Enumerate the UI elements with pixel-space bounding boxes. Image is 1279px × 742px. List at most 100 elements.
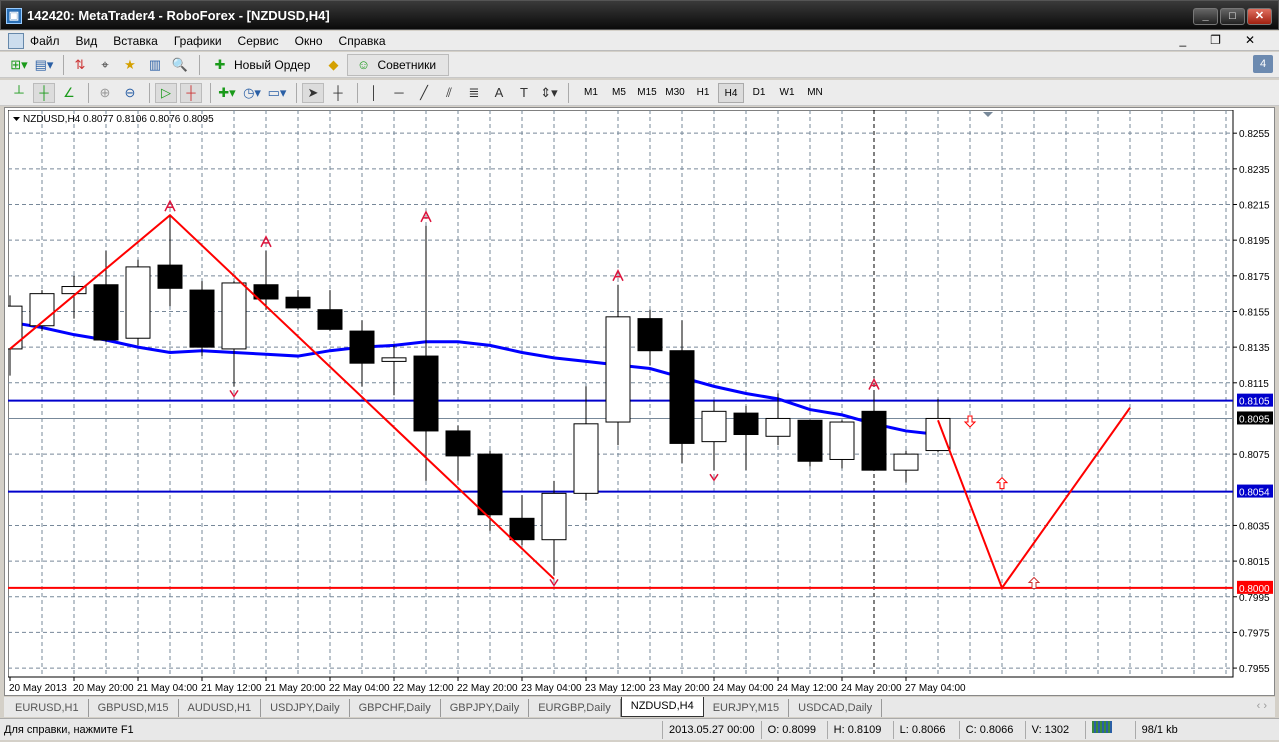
auto-scroll-icon[interactable]: ▷ [155,82,177,103]
x-tick-label: 23 May 04:00 [521,683,582,694]
connection-icon [1084,720,1135,739]
equidistant-channel-icon[interactable]: ⫽ [438,83,460,103]
x-tick-label: 21 May 04:00 [137,683,198,694]
timeframe-w1[interactable]: W1 [774,83,800,103]
menu-insert[interactable]: Вставка [113,34,158,48]
timeframe-mn[interactable]: MN [802,83,828,103]
candle-body [381,357,407,362]
crosshair-icon[interactable]: ┼ [327,83,349,103]
y-tick-label: 0.8255 [1239,129,1270,140]
chart-tab[interactable]: EURJPY,M15 [704,699,790,717]
tab-scroll-arrows[interactable]: ‹ › [1257,700,1267,712]
status-open: O: 0.8099 [760,720,827,739]
y-tick-label: 0.7955 [1239,664,1270,675]
x-tick-label: 22 May 04:00 [329,683,390,694]
candle-body [93,284,119,341]
new-order-button[interactable]: ✚ Новый Ордер [205,54,322,76]
zoom-out-icon[interactable]: ⊖ [119,83,141,103]
menu-charts[interactable]: Графики [174,34,222,48]
periods-icon[interactable]: ◷▾ [241,83,263,103]
candle-body [765,417,791,437]
candle-body [125,266,151,339]
standard-toolbar: ⊞▾ ▤▾ ⇅ ⌖ ★ ▥ 🔍 ✚ Новый Ордер ◆ ☺ Советн… [0,52,1279,78]
notification-badge[interactable]: 4 [1253,55,1273,73]
candle-body [8,305,23,350]
chart-header: NZDUSD,H4 0.8077 0.8106 0.8076 0.8095 [23,114,214,125]
x-tick-label: 27 May 04:00 [905,683,966,694]
text-label-icon[interactable]: T [513,83,535,103]
new-order-icon: ✚ [214,56,226,72]
mdi-close-button[interactable]: ✕ [1245,33,1255,47]
strategy-tester-icon[interactable]: 🔍 [169,55,191,75]
timeframe-m15[interactable]: M15 [634,83,660,103]
expert-advisors-icon: ☺ [356,57,371,72]
indicators-icon[interactable]: ✚▾ [216,83,238,103]
candle-body [285,296,311,309]
timeframe-h1[interactable]: H1 [690,83,716,103]
chart-tab[interactable]: GBPUSD,M15 [89,699,179,717]
x-tick-label: 24 May 04:00 [713,683,774,694]
chart-tab[interactable]: GBPJPY,Daily [441,699,530,717]
chart-tab[interactable]: GBPCHF,Daily [350,699,441,717]
text-icon[interactable]: A [488,83,510,103]
price-chart[interactable]: 0.8255 0.8235 0.8215 0.8195 0.8175 0.8155 0.81… [8,110,1274,696]
chart-tab[interactable]: AUDUSD,H1 [179,699,262,717]
y-tick-label: 0.8135 [1239,343,1270,354]
zoom-in-icon[interactable]: ⊕ [94,83,116,103]
chart-tab[interactable]: EURGBP,Daily [529,699,621,717]
vertical-line-icon[interactable]: │ [363,83,385,103]
candle-body [157,264,183,289]
fibonacci-icon[interactable]: ≣ [463,83,485,103]
chart-tab[interactable]: NZDUSD,H4 [620,697,704,717]
y-tick-label: 0.8175 [1239,272,1270,283]
timeframe-m1[interactable]: M1 [578,83,604,103]
horizontal-line-icon[interactable]: ─ [388,83,410,103]
bar-chart-icon[interactable]: ┴ [8,83,30,103]
y-tick-label: 0.8235 [1239,165,1270,176]
timeframe-d1[interactable]: D1 [746,83,772,103]
menu-file[interactable]: Файл [30,34,60,48]
menu-view[interactable]: Вид [76,34,98,48]
arrows-icon[interactable]: ⇕▾ [538,83,560,103]
new-chart-icon[interactable]: ⊞▾ [8,55,30,75]
timeframe-h4[interactable]: H4 [718,82,744,103]
chart-tab[interactable]: USDJPY,Daily [261,699,350,717]
app-icon: ▣ [6,8,22,24]
status-high: H: 0.8109 [826,720,893,739]
expert-advisors-button[interactable]: ☺ Советники [347,53,450,76]
status-time: 2013.05.27 00:00 [662,720,761,739]
chart-window[interactable]: 0.8255 0.8235 0.8215 0.8195 0.8175 0.8155 0.81… [4,107,1275,696]
profiles-icon[interactable]: ▤▾ [33,55,55,75]
chart-window-icon[interactable] [8,33,24,49]
status-help: Для справки, нажмите F1 [4,723,134,736]
trendline-icon[interactable]: ╱ [413,83,435,103]
timeframe-m5[interactable]: M5 [606,83,632,103]
warning-icon[interactable]: ◆ [322,55,344,75]
navigator-icon[interactable]: ★ [119,55,141,75]
candle-body [829,421,855,460]
menu-window[interactable]: Окно [295,34,323,48]
terminal-icon[interactable]: ▥ [144,55,166,75]
candle-body [413,355,439,432]
market-watch-icon[interactable]: ⇅ [69,55,91,75]
data-window-icon[interactable]: ⌖ [94,55,116,75]
close-button[interactable]: ✕ [1247,8,1272,25]
minimize-button[interactable]: _ [1193,8,1218,25]
maximize-button[interactable]: □ [1220,8,1245,25]
mdi-restore-button[interactable]: ❐ [1210,33,1221,47]
candlestick-icon[interactable]: ┼ [33,82,55,103]
mdi-minimize-button[interactable]: _ [1179,33,1186,47]
menu-tools[interactable]: Сервис [238,34,279,48]
cursor-icon[interactable]: ➤ [302,82,324,103]
templates-icon[interactable]: ▭▾ [266,83,288,103]
chart-tab[interactable]: USDCAD,Daily [789,699,883,717]
bid-price-label: 0.8095 [1239,414,1270,425]
x-tick-label: 24 May 12:00 [777,683,838,694]
candle-body [445,430,471,457]
y-tick-label: 0.8035 [1239,521,1270,532]
timeframe-m30[interactable]: M30 [662,83,688,103]
menu-help[interactable]: Справка [339,34,386,48]
chart-shift-icon[interactable]: ┼ [180,82,202,103]
chart-tab[interactable]: EURUSD,H1 [6,699,89,717]
line-chart-icon[interactable]: ∠ [58,83,80,103]
